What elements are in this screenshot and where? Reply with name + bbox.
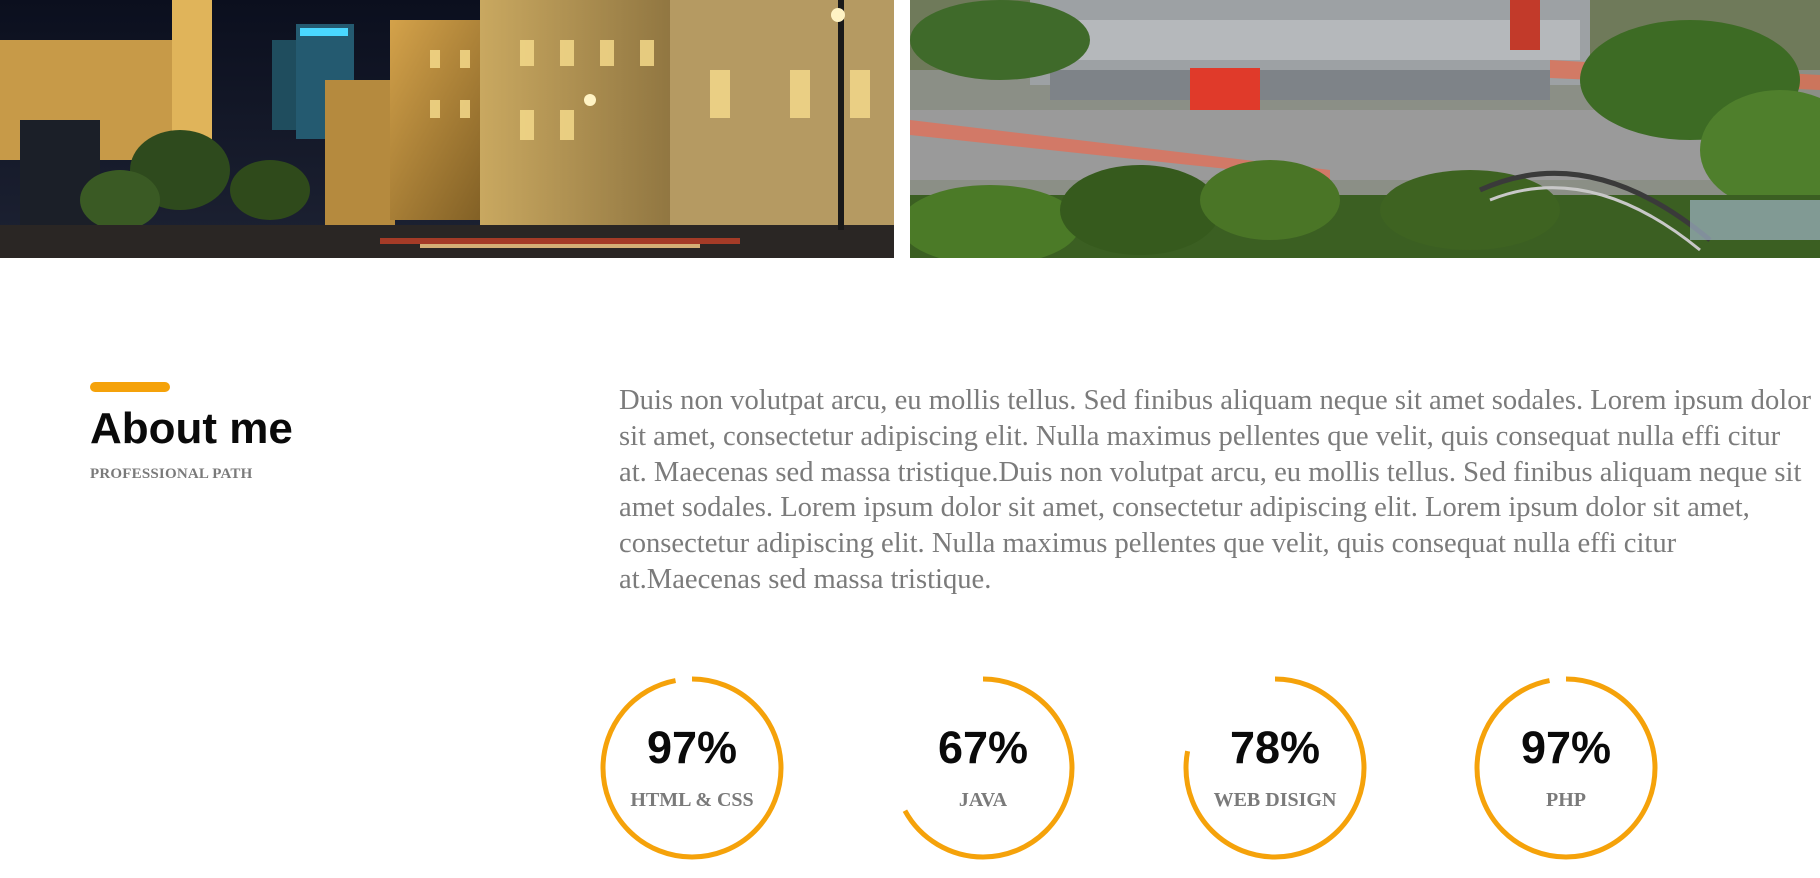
skill-name: JAVA [958, 789, 1008, 811]
city-night-image [0, 0, 894, 258]
skill-circle: 67% JAVA [888, 673, 1078, 863]
skill-circle: 97% HTML & CSS [597, 673, 787, 863]
gallery-photo-stadium[interactable] [910, 0, 1820, 258]
section-subtitle: PROFESSIONAL PATH [90, 466, 253, 482]
skill-name: HTML & CSS [630, 789, 754, 811]
skill-circle: 78% WEB DISIGN [1180, 673, 1370, 863]
gallery-photo-city[interactable] [0, 0, 894, 258]
section-title: About me [90, 404, 293, 453]
skill-percent: 97% [1520, 722, 1612, 773]
skill-percent: 67% [937, 722, 1029, 773]
skill-percent: 78% [1229, 722, 1321, 773]
skill-name: PHP [1546, 789, 1586, 811]
skill-circle: 97% PHP [1471, 673, 1661, 863]
skill-percent: 97% [646, 722, 738, 773]
stadium-park-image [910, 0, 1820, 258]
about-description: Duis non volutpat arcu, eu mollis tellus… [619, 385, 1812, 595]
section-accent-bar [90, 382, 170, 392]
skill-name: WEB DISIGN [1213, 789, 1337, 811]
